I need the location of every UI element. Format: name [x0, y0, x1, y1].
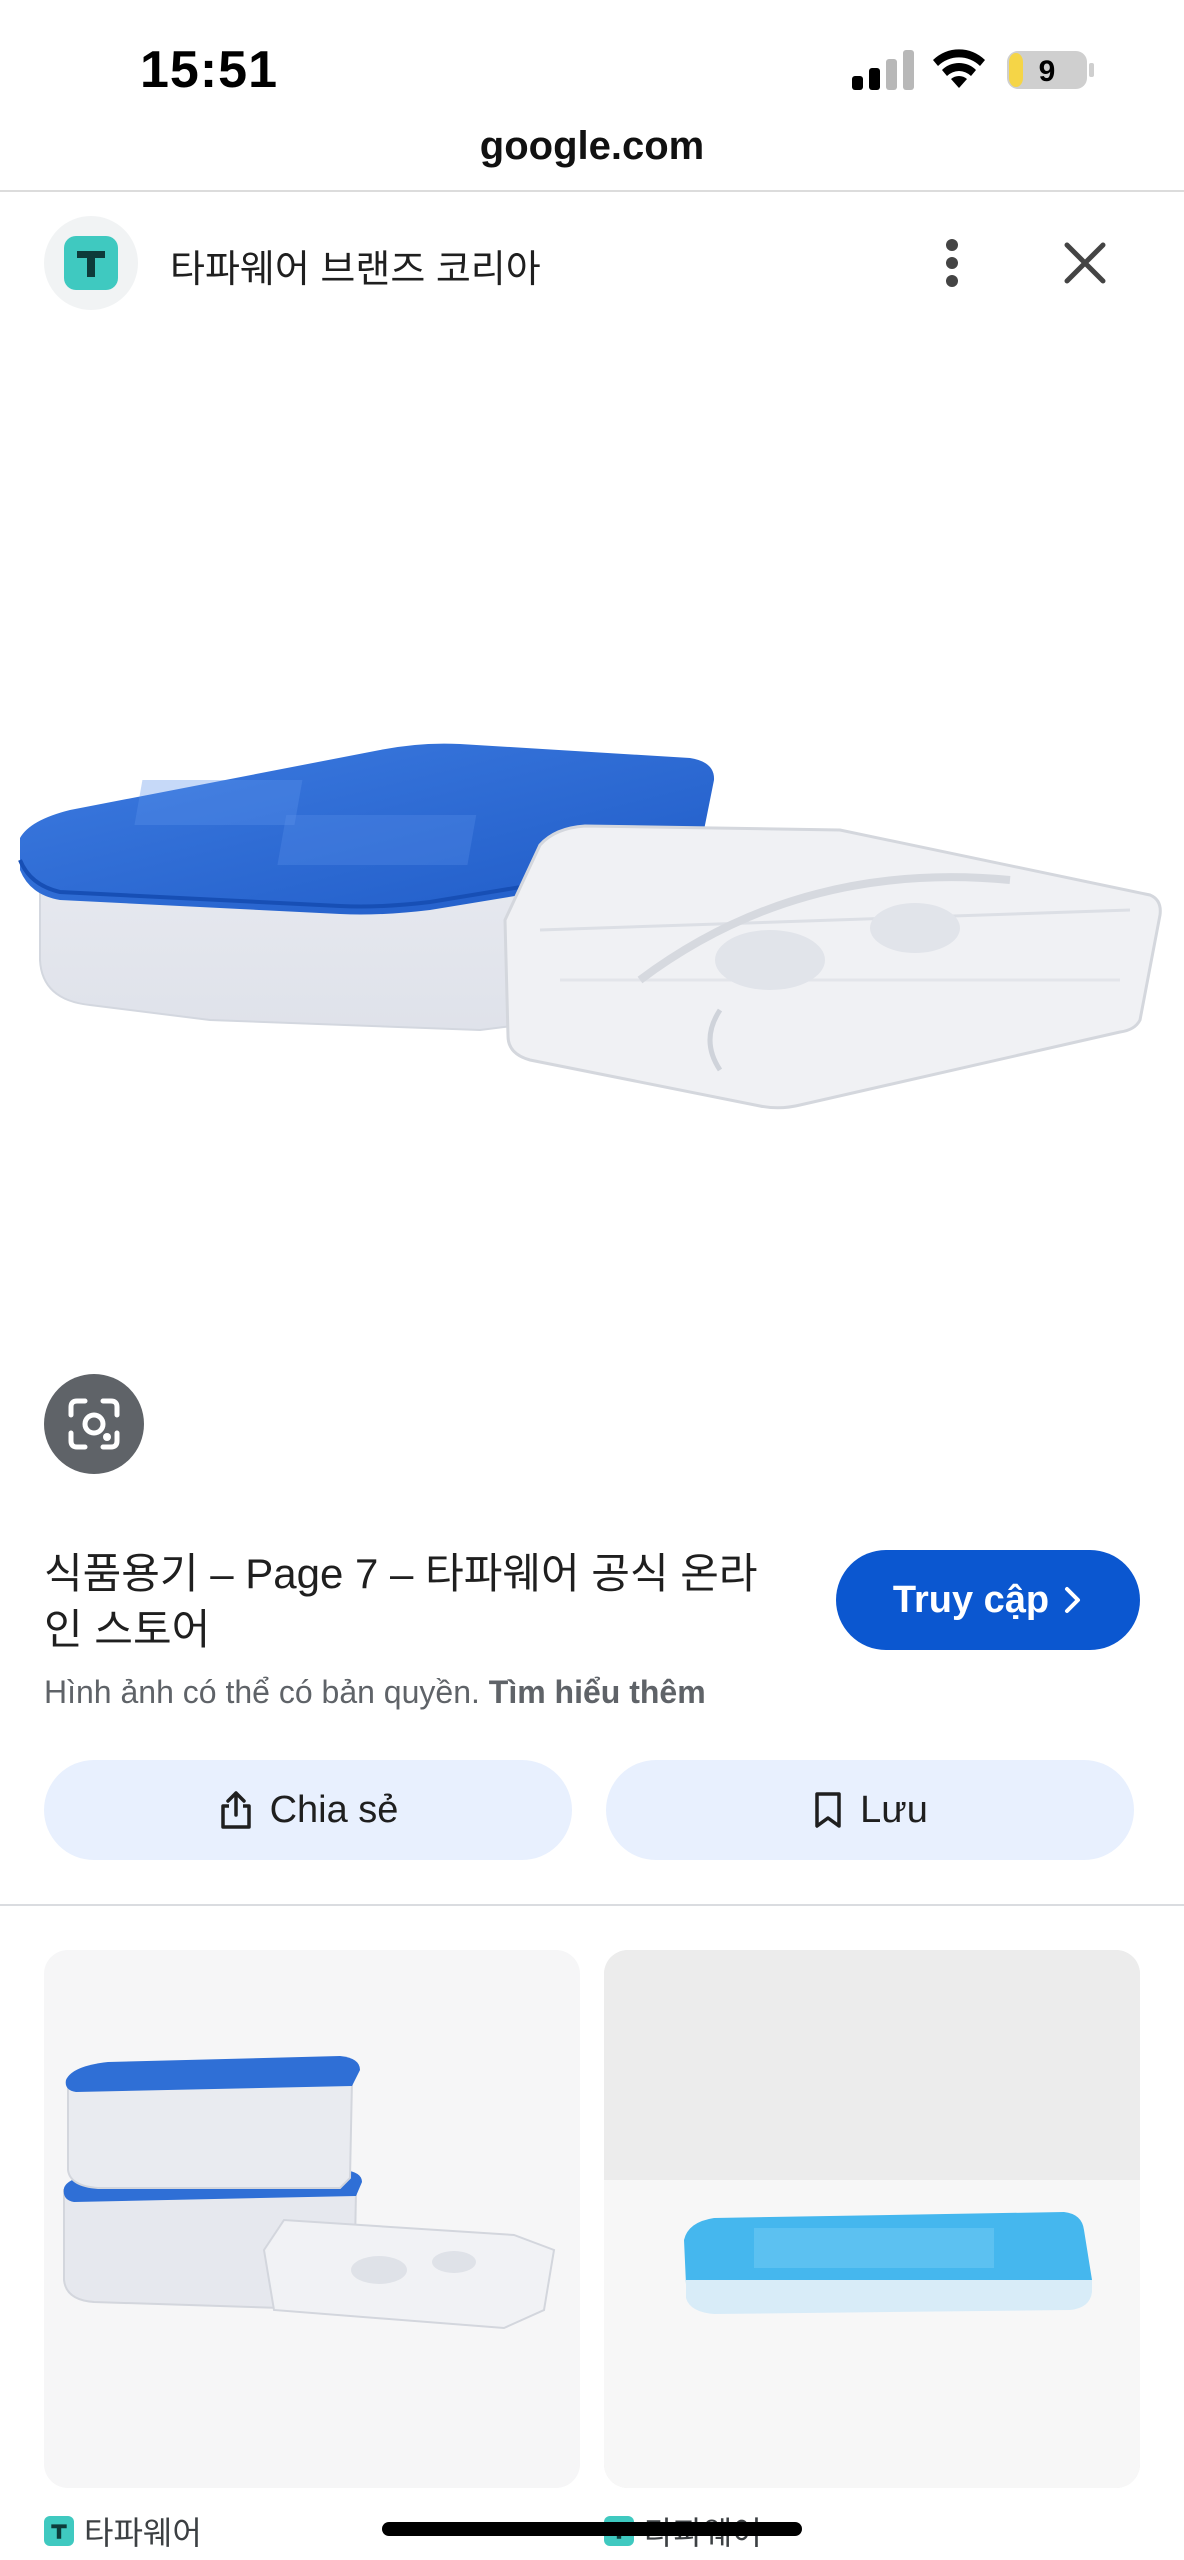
related-image-stacked-containers: [63, 2056, 556, 2330]
close-button[interactable]: [1050, 228, 1120, 298]
share-button[interactable]: Chia sẻ: [44, 1760, 572, 1860]
more-options-button[interactable]: [920, 228, 984, 298]
cellular-signal-icon: [852, 50, 914, 90]
copyright-text: Hình ảnh có thể có bản quyền.: [44, 1674, 480, 1710]
tupperware-logo-icon: [64, 236, 118, 290]
home-indicator[interactable]: [382, 2522, 802, 2536]
share-label: Chia sẻ: [269, 1788, 399, 1831]
wifi-icon: [933, 49, 985, 88]
bookmark-icon: [815, 1792, 841, 1828]
google-lens-button[interactable]: [44, 1374, 144, 1474]
related-image-card[interactable]: [44, 1950, 580, 2488]
site-name[interactable]: 타파웨어 브랜즈 코리아: [170, 238, 541, 293]
copyright-notice: Hình ảnh có thể có bản quyền. Tìm hiểu t…: [44, 1674, 706, 1711]
share-icon: [220, 1791, 251, 1829]
url-bar[interactable]: google.com: [0, 124, 1184, 169]
save-button[interactable]: Lưu: [606, 1760, 1134, 1860]
tupperware-logo-icon: [44, 2516, 74, 2546]
related-source-name: 타파웨어: [84, 2515, 202, 2551]
section-divider: [0, 1904, 1184, 1906]
learn-more-link[interactable]: Tìm hiểu thêm: [489, 1674, 706, 1710]
chevron-right-icon: [1065, 1587, 1081, 1613]
visit-button[interactable]: Truy cập: [836, 1550, 1140, 1650]
source-header: 타파웨어 브랜즈 코리아: [0, 200, 1184, 324]
main-product-image[interactable]: [0, 340, 1184, 1340]
save-label: Lưu: [860, 1788, 928, 1831]
status-time: 15:51: [140, 41, 278, 99]
more-vert-icon: [946, 239, 958, 287]
battery-level: 9: [1039, 55, 1056, 88]
related-source[interactable]: 타파웨어: [44, 2508, 202, 2554]
related-image-card[interactable]: [604, 1950, 1140, 2488]
related-image-light-blue-container: [604, 1950, 1140, 2488]
visit-label: Truy cập: [892, 1578, 1050, 1621]
battery-icon: 9: [1007, 51, 1094, 89]
url-divider: [0, 190, 1184, 192]
site-avatar[interactable]: [44, 216, 138, 310]
status-bar: 15:51 9 google.com: [0, 0, 1184, 192]
close-icon: [1064, 242, 1106, 284]
result-title[interactable]: 식품용기 – Page 7 – 타파웨어 공식 온라인 스토어: [44, 1546, 784, 1658]
lens-icon: [68, 1398, 120, 1450]
